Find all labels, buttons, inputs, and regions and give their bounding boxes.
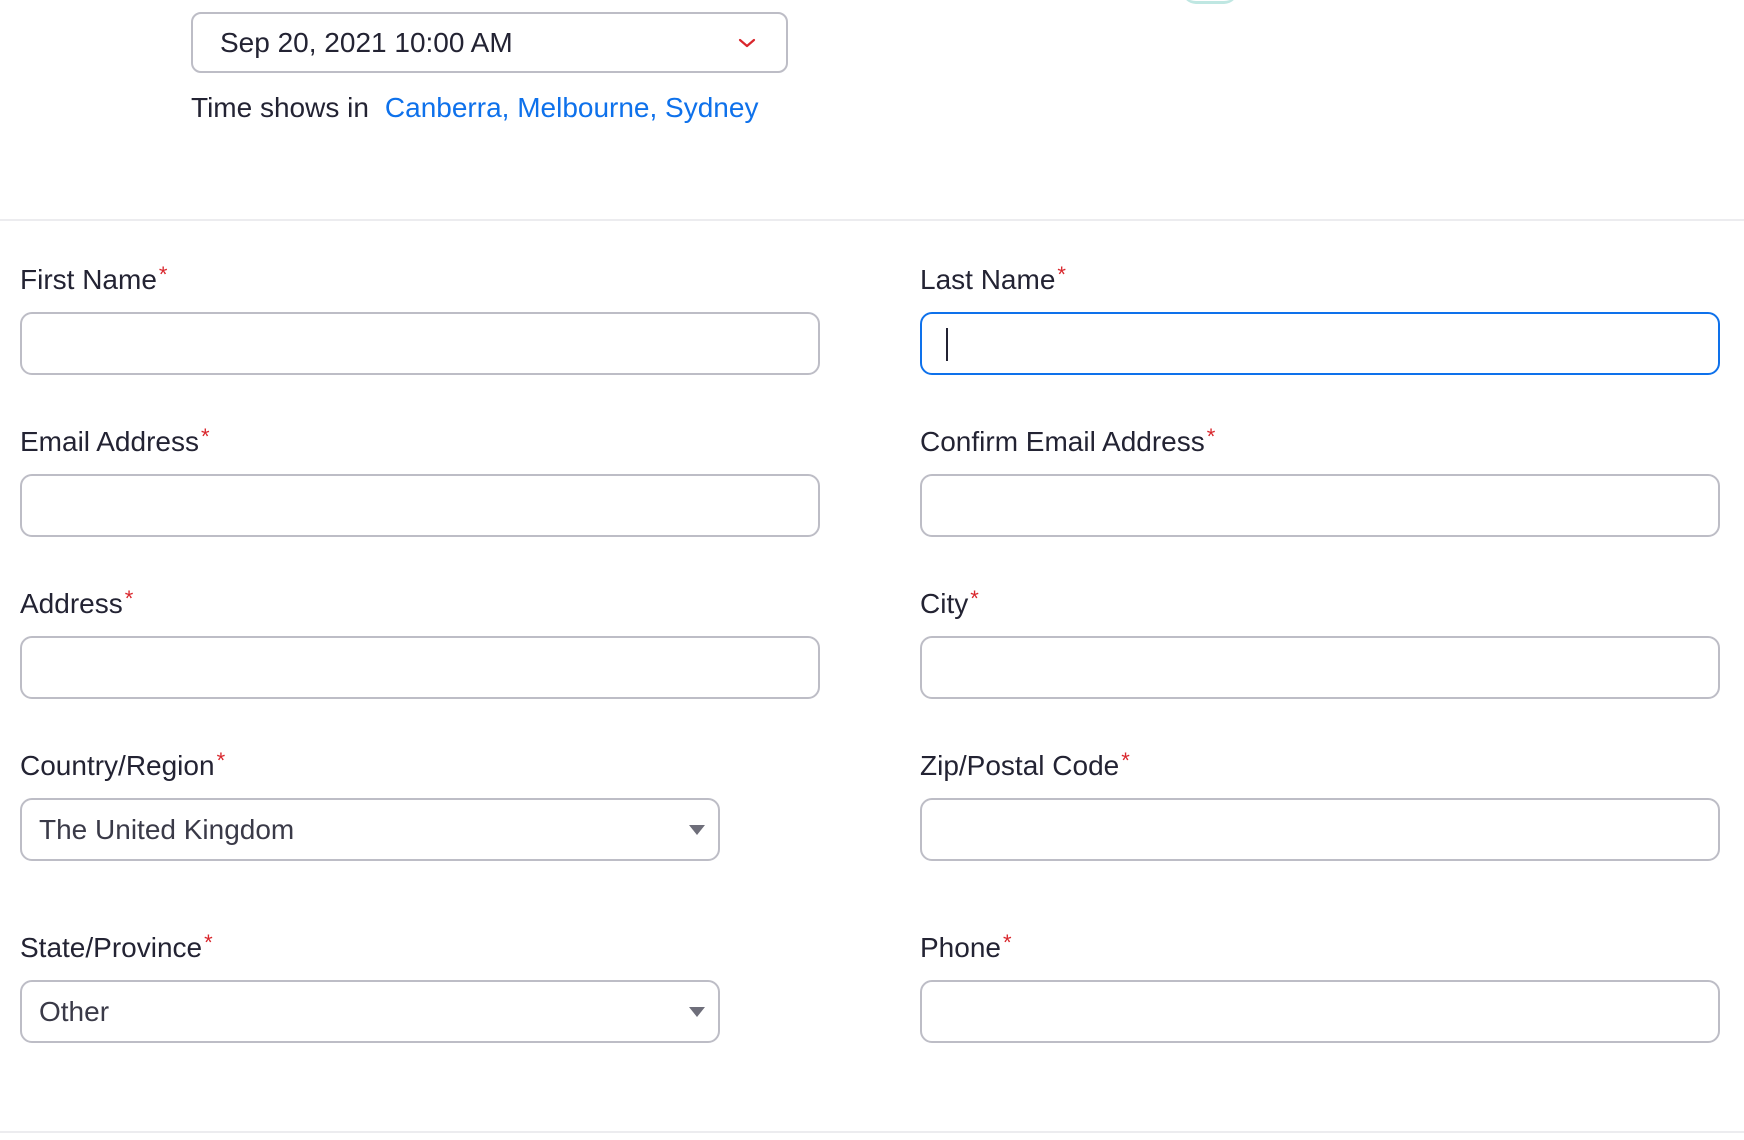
phone-label-text: Phone [920,932,1001,963]
city-label-text: City [920,588,969,619]
bottom-divider [0,1131,1744,1133]
email-input[interactable] [20,474,820,537]
address-label-text: Address [20,588,123,619]
required-marker: * [970,586,979,611]
address-input[interactable] [20,636,820,699]
required-marker: * [1057,262,1066,287]
required-marker: * [124,586,134,611]
chevron-down-icon [738,38,756,47]
confirm-email-input[interactable] [920,474,1720,537]
text-cursor [946,328,948,361]
timezone-link[interactable]: Canberra, Melbourne, Sydney [385,92,759,123]
address-label: Address* [20,586,134,620]
required-marker: * [1002,930,1012,955]
zip-label: Zip/Postal Code* [920,748,1130,782]
state-label-text: State/Province [20,932,203,963]
triangle-down-icon [689,824,705,835]
last-name-label-text: Last Name [920,264,1056,295]
phone-input[interactable] [920,980,1720,1043]
timezone-info: Time shows in Canberra, Melbourne, Sydney [191,92,758,124]
phone-label: Phone* [920,930,1012,964]
meeting-datetime-select[interactable]: Sep 20, 2021 10:00 AM [191,12,788,73]
state-selected-value: Other [39,995,110,1027]
country-select[interactable]: The United Kingdom [20,798,720,861]
first-name-label-text: First Name [20,264,157,295]
triangle-down-icon [689,1006,705,1017]
city-label: City* [920,586,979,620]
confirm-email-label: Confirm Email Address* [920,424,1216,458]
section-divider [0,219,1744,221]
timezone-prefix: Time shows in [191,92,369,123]
decorative-arc [1182,0,1238,4]
state-label: State/Province* [20,930,213,964]
country-selected-value: The United Kingdom [39,813,295,845]
required-marker: * [1206,424,1216,449]
confirm-email-label-text: Confirm Email Address [920,426,1205,457]
first-name-label: First Name* [20,262,168,296]
meeting-datetime-value: Sep 20, 2021 10:00 AM [220,26,513,58]
city-input[interactable] [920,636,1720,699]
last-name-label: Last Name* [920,262,1066,296]
required-marker: * [216,748,226,773]
state-select[interactable]: Other [20,980,720,1043]
country-label: Country/Region* [20,748,226,782]
required-marker: * [1121,748,1130,773]
required-marker: * [200,424,210,449]
email-label: Email Address* [20,424,210,458]
country-label-text: Country/Region [20,750,215,781]
last-name-input[interactable] [920,312,1720,375]
email-label-text: Email Address [20,426,199,457]
required-marker: * [158,262,168,287]
first-name-input[interactable] [20,312,820,375]
zip-input[interactable] [920,798,1720,861]
required-marker: * [204,930,213,955]
zip-label-text: Zip/Postal Code [920,750,1120,781]
